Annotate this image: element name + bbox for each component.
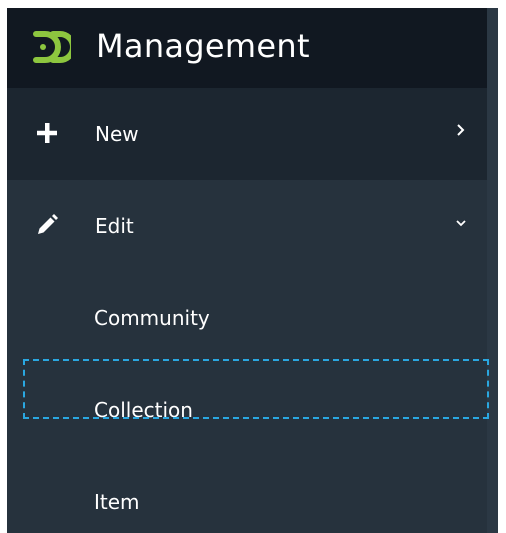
submenu-item-community[interactable]: Community: [7, 272, 487, 364]
plus-icon: [37, 123, 57, 143]
dspace-logo-icon: [33, 31, 71, 63]
sidebar-title: Management: [96, 27, 310, 65]
menu-item-edit[interactable]: Edit: [7, 180, 487, 272]
chevron-right-icon: [457, 124, 465, 136]
sidebar-edge: [487, 8, 498, 533]
chevron-down-icon: [456, 220, 466, 227]
submenu-item-item-label: Item: [94, 490, 140, 514]
submenu-item-item[interactable]: Item: [7, 456, 487, 533]
management-sidebar: Management New Edit Community Collection…: [7, 8, 498, 533]
menu-item-new[interactable]: New: [7, 88, 487, 180]
submenu-item-community-label: Community: [94, 306, 210, 330]
sidebar-header: Management: [7, 8, 487, 88]
submenu-item-collection[interactable]: Collection: [7, 364, 487, 456]
submenu-item-collection-label: Collection: [94, 398, 193, 422]
pencil-icon: [38, 214, 58, 234]
menu-item-edit-label: Edit: [95, 214, 134, 238]
menu-item-new-label: New: [95, 122, 139, 146]
